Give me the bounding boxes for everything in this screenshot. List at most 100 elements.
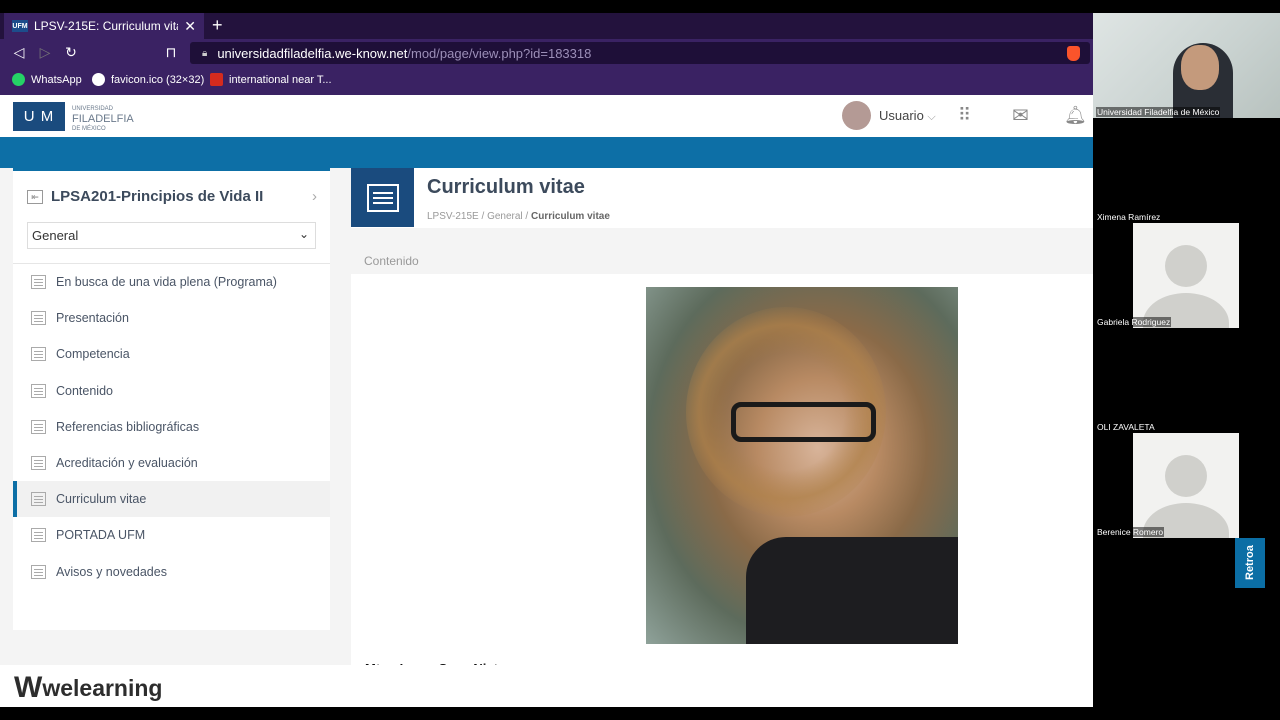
breadcrumb-current: Curriculum vitae [530, 211, 610, 222]
bookmark-favicon[interactable]: favicon.ico (32×32) [92, 73, 204, 86]
sidebar-item-label: PORTADA UFM [56, 528, 146, 543]
bookmark-whatsapp[interactable]: WhatsApp [12, 73, 82, 86]
mail-icon[interactable]: ✉ [1012, 103, 1029, 128]
sidebar-menu: En busca de una vida plena (Programa) Pr… [13, 263, 330, 590]
participant-name: Ximena Ramírez [1096, 212, 1162, 222]
google-icon [92, 73, 105, 86]
breadcrumb: LPSV-215E / General / Curriculum vitae [427, 211, 610, 222]
chevron-right-icon[interactable]: › [312, 188, 317, 205]
lock-icon: 🔒︎ [202, 47, 208, 59]
sidebar-item-curriculum[interactable]: Curriculum vitae [13, 481, 330, 518]
page-icon [31, 275, 46, 290]
url-bar[interactable]: 🔒︎ universidadfiladelfia.we-know.net/mod… [190, 42, 1090, 64]
url-path: /mod/page/view.php?id=183318 [407, 45, 592, 61]
browser-tab-bar: UFM LPSV-215E: Curriculum vitae ✕ + [0, 13, 1093, 39]
user-label: Usuario [879, 108, 924, 123]
sidebar-item-programa[interactable]: En busca de una vida plena (Programa) [13, 264, 330, 300]
url-host: universidadfiladelfia.we-know.net [217, 45, 408, 61]
site-header: U M UNIVERSIDAD FILADELFIA DE MÉXICO Usu… [0, 95, 1093, 137]
page-icon [31, 383, 46, 398]
maple-leaf-icon [210, 73, 223, 86]
new-tab-icon[interactable]: + [212, 15, 223, 36]
page-icon [31, 419, 46, 434]
page-icon [31, 347, 46, 362]
tab-title: LPSV-215E: Curriculum vitae [34, 19, 179, 33]
logo-sub3: DE MÉXICO [72, 126, 106, 132]
avatar-placeholder [1133, 433, 1239, 538]
chevron-down-icon: ⌄ [298, 227, 309, 241]
logo-sub2: FILADELFIA [72, 113, 134, 125]
file-icon [31, 528, 46, 543]
participant-tile[interactable]: Ximena Ramírez [1093, 118, 1280, 223]
page-type-icon [351, 168, 414, 227]
user-avatar[interactable] [842, 101, 871, 130]
bookmark-label: international near T... [229, 73, 332, 86]
brave-shield-icon[interactable] [1067, 46, 1080, 61]
sidebar-item-referencias[interactable]: Referencias bibliográficas [13, 409, 330, 445]
course-title-row[interactable]: ⇤ LPSA201-Principios de Vida II › [27, 188, 317, 205]
bell-icon[interactable]: 🔔︎ [1064, 105, 1087, 126]
profile-photo [646, 287, 958, 644]
sidebar-item-avisos[interactable]: Avisos y novedades [13, 554, 330, 590]
tab-favicon-icon: UFM [12, 20, 28, 32]
page-icon [31, 311, 46, 326]
sidebar-item-label: Contenido [56, 383, 113, 398]
reload-icon[interactable]: ↻ [62, 44, 80, 61]
breadcrumb-item[interactable]: General [487, 211, 523, 222]
sidebar-item-presentacion[interactable]: Presentación [13, 300, 330, 336]
participant-tile[interactable]: OLI ZAVALETA [1093, 328, 1280, 433]
video-call-panel: Universidad Filadelfia de México Ximena … [1093, 0, 1280, 720]
sidebar-item-portada[interactable]: PORTADA UFM [13, 517, 330, 553]
welearning-logo[interactable]: W welearning [14, 671, 162, 705]
page-title: Curriculum vitae [427, 176, 585, 198]
bookmark-icon[interactable]: ⊓ [162, 44, 180, 61]
avatar-placeholder [1133, 223, 1239, 328]
chevron-down-icon: ⌵ [927, 111, 936, 123]
participant-tile[interactable]: Gabriela Rodriguez [1093, 223, 1280, 328]
participant-name: Gabriela Rodriguez [1096, 317, 1172, 327]
sidebar-item-label: Avisos y novedades [56, 564, 167, 579]
browser-tab[interactable]: UFM LPSV-215E: Curriculum vitae ✕ [4, 13, 204, 39]
forward-icon[interactable]: ▷ [36, 44, 54, 61]
user-menu[interactable]: Usuario ⌵ [879, 108, 936, 124]
participant-name: Universidad Filadelfia de México [1096, 107, 1221, 117]
bookmark-label: favicon.ico (32×32) [111, 73, 205, 86]
logo-text: UNIVERSIDAD FILADELFIA DE MÉXICO [72, 105, 134, 134]
sidebar-item-label: Acreditación y evaluación [56, 456, 198, 471]
sidebar-item-competencia[interactable]: Competencia [13, 336, 330, 372]
collapse-sidebar-icon[interactable]: ⇤ [27, 189, 43, 204]
section-select-value: General [32, 228, 79, 243]
participant-name: OLI ZAVALETA [1096, 422, 1156, 432]
apps-grid-icon[interactable]: ⠿ [958, 105, 971, 126]
content-panel: Mtra. Laura Sosa Nieto [351, 274, 1093, 707]
sidebar-item-label: Presentación [56, 311, 129, 326]
section-label: Contenido [364, 254, 419, 268]
sidebar-item-label: Referencias bibliográficas [56, 419, 200, 434]
participant-name: Berenice Romero [1096, 527, 1165, 537]
close-tab-icon[interactable]: ✕ [184, 18, 196, 35]
ufm-logo[interactable]: U M [13, 102, 65, 131]
top-black-strip [0, 0, 1093, 13]
page-icon [31, 492, 46, 507]
bookmark-international[interactable]: international near T... [210, 73, 332, 86]
breadcrumb-item[interactable]: LPSV-215E [427, 211, 479, 222]
site-footer: W welearning ⚙ [0, 665, 1093, 707]
brand-label: welearning [42, 674, 163, 701]
section-select[interactable]: General ⌄ [27, 222, 316, 249]
feedback-tab[interactable]: Retroa [1235, 538, 1265, 588]
page-icon [31, 456, 46, 471]
sidebar-item-label: En busca de una vida plena (Programa) [56, 275, 277, 290]
bottom-black-strip [0, 707, 1093, 720]
participant-tile[interactable]: Berenice Romero [1093, 433, 1280, 538]
browser-nav-bar: ◁ ▷ ↻ ⊓ 🔒︎ universidadfiladelfia.we-know… [0, 39, 1093, 67]
forum-icon [31, 564, 46, 579]
whatsapp-icon [12, 73, 25, 86]
bookmarks-bar: WhatsApp favicon.ico (32×32) internation… [0, 67, 1093, 95]
back-icon[interactable]: ◁ [10, 44, 28, 61]
course-title: LPSA201-Principios de Vida II [51, 188, 264, 205]
participant-tile[interactable]: Universidad Filadelfia de México [1093, 13, 1280, 133]
page-title-card: Curriculum vitae LPSV-215E / General / C… [351, 168, 1093, 228]
sidebar-item-contenido[interactable]: Contenido [13, 373, 330, 409]
sidebar-item-label: Curriculum vitae [56, 492, 147, 507]
sidebar-item-acreditacion[interactable]: Acreditación y evaluación [13, 445, 330, 481]
